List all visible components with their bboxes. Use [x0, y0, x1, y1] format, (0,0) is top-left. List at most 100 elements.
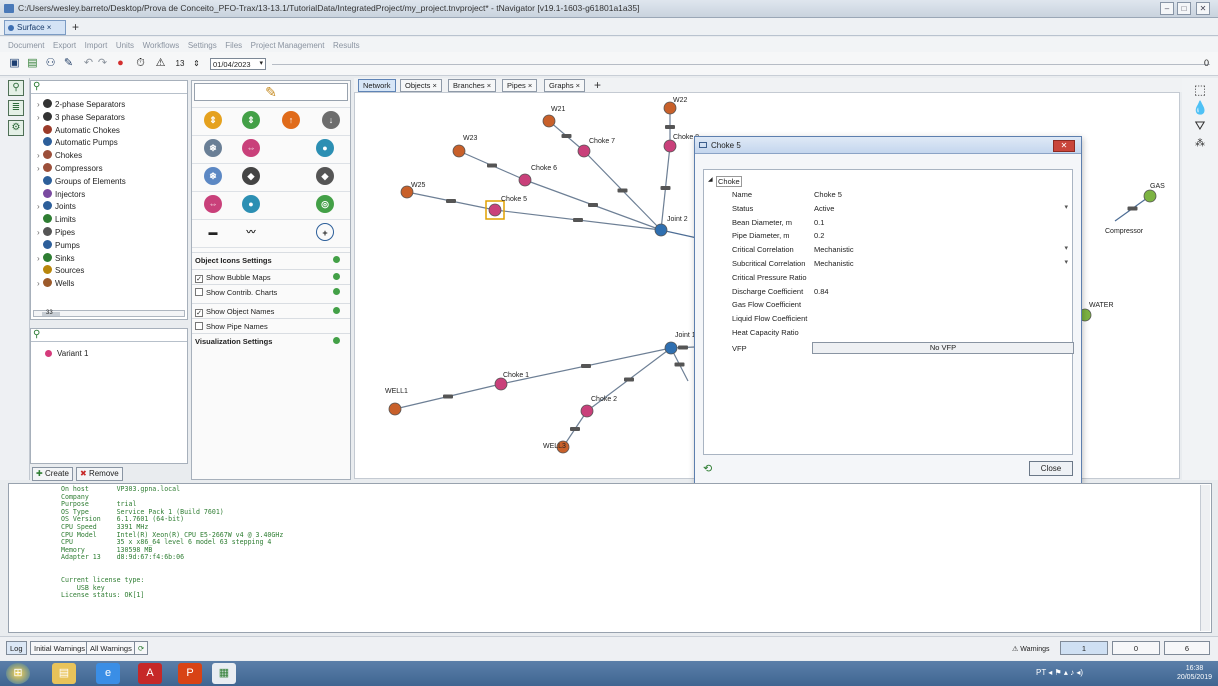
choke-icon[interactable] [518, 173, 532, 187]
date-selector[interactable]: 01/04/2023 ▾ [210, 58, 266, 70]
pipe-segment[interactable] [446, 199, 456, 203]
tnavigator-taskbar-icon[interactable]: ▦ [212, 663, 236, 684]
menu-item[interactable]: Document [8, 41, 44, 50]
menu-item[interactable]: Files [225, 41, 242, 50]
tree-item[interactable]: Pumps [37, 239, 80, 250]
tab-initial-warnings[interactable]: Initial Warnings [30, 641, 89, 655]
property-value[interactable]: 0.2 [814, 231, 824, 240]
property-row[interactable]: Heat Capacity Ratio [704, 326, 1072, 340]
refresh-icon[interactable]: ⟳ [134, 641, 149, 655]
help-icon[interactable]: ⟲ [703, 462, 712, 475]
pipe-segment[interactable] [617, 188, 628, 193]
explorer-icon[interactable]: ▤ [52, 663, 76, 684]
filter-icon[interactable]: ⛛ [1192, 118, 1208, 134]
dialog-title-bar[interactable]: Choke 5 ✕ [695, 137, 1081, 154]
injector-icon[interactable]: ● [242, 195, 260, 213]
edit-icon[interactable]: ✎ [62, 57, 75, 70]
pipe-segment[interactable] [487, 163, 497, 168]
menu-item[interactable]: Settings [188, 41, 217, 50]
pump-icon[interactable]: ● [316, 139, 334, 157]
property-value[interactable]: Choke 5 [814, 190, 842, 199]
add-tab-icon[interactable]: + [72, 20, 79, 34]
choke-icon[interactable] [494, 377, 508, 391]
tree-horizontal-scrollbar[interactable]: 33 [33, 310, 185, 317]
log-scrollbar[interactable] [1200, 485, 1210, 631]
expand-caret-icon[interactable]: › [37, 100, 43, 109]
tree-item[interactable]: › Wells [37, 278, 74, 288]
checkbox-checked-icon[interactable]: ✓ [195, 275, 203, 283]
joint-icon[interactable]: ◎ [316, 195, 334, 213]
report-icon[interactable]: ▤ [26, 57, 39, 70]
cube-icon[interactable]: ⬚ [1192, 82, 1208, 98]
pipe-segment[interactable] [443, 394, 453, 399]
chevron-down-icon[interactable]: ▾ [1064, 244, 1068, 252]
menu-item[interactable]: Project Management [251, 41, 325, 50]
choke-icon[interactable] [488, 203, 502, 217]
close-button[interactable]: Close [1029, 461, 1073, 476]
menu-item[interactable]: Export [53, 41, 76, 50]
tree-item[interactable]: › Compressors [37, 163, 103, 173]
collapse-icon[interactable]: ◢ [708, 176, 713, 183]
well-icon[interactable] [452, 144, 466, 158]
create-variant-button[interactable]: ✚ Create [32, 467, 73, 481]
property-row[interactable]: Liquid Flow Coefficient [704, 312, 1072, 326]
timeline-slider[interactable] [272, 64, 1210, 65]
property-row[interactable]: Pipe Diameter, m 0.2 [704, 229, 1072, 243]
gear-icon[interactable] [333, 273, 340, 280]
menu-item[interactable]: Import [85, 41, 108, 50]
gear-icon[interactable] [333, 288, 340, 295]
joint-icon[interactable] [654, 223, 668, 237]
show-bubble-maps-option[interactable]: ✓ Show Bubble Maps [192, 269, 350, 283]
pipe-segment[interactable] [588, 203, 598, 207]
sink-icon[interactable]: ↓ [322, 111, 340, 129]
spinner-icon[interactable]: ⇕ [190, 57, 203, 70]
pipe-segment[interactable] [573, 218, 583, 222]
pdf-icon[interactable]: A [138, 663, 162, 684]
add-object-icon[interactable]: + [316, 223, 334, 241]
sink-icon[interactable] [1143, 189, 1157, 203]
pipe-icon[interactable]: ▬ [204, 223, 222, 241]
tab-pipes[interactable]: Pipes × [502, 79, 538, 92]
gear-icon[interactable] [333, 307, 340, 314]
separator-icon[interactable]: ❄ [204, 139, 222, 157]
checkbox-checked-icon[interactable]: ✓ [195, 309, 203, 317]
menu-item[interactable]: Units [116, 41, 134, 50]
property-row[interactable]: Gas Flow Coefficient [704, 298, 1072, 312]
presentation-icon[interactable]: P [178, 663, 202, 684]
joint-icon[interactable] [664, 341, 678, 355]
graph-nodes-icon[interactable]: ⁂ [1192, 136, 1208, 152]
choke-alt-icon[interactable]: ⇔ [204, 195, 222, 213]
undo-icon[interactable]: ↶ [82, 57, 95, 70]
remove-variant-button[interactable]: ✖ Remove [76, 467, 123, 481]
clock[interactable]: 16:38 20/05/2019 [1177, 664, 1212, 682]
chevron-down-icon[interactable]: ▾ [1064, 258, 1068, 266]
property-value[interactable]: Mechanistic [814, 245, 854, 254]
tree-item[interactable]: › Sinks [37, 252, 75, 263]
network-icon[interactable]: ⚇ [44, 57, 57, 70]
count-button-a[interactable]: 1 [1060, 641, 1108, 655]
tab-log[interactable]: Log [6, 641, 27, 655]
tree-search[interactable]: ⚲ [31, 81, 187, 94]
well-icon[interactable] [388, 402, 402, 416]
property-value[interactable]: 0.84 [814, 287, 829, 296]
property-value[interactable]: Mechanistic [814, 259, 854, 268]
redo-icon[interactable]: ↷ [96, 57, 109, 70]
drop-icon[interactable]: 💧 [1192, 100, 1208, 116]
variant-item[interactable]: Variant 1 [45, 349, 88, 358]
add-canvas-tab-icon[interactable]: + [594, 78, 601, 92]
tree-item[interactable]: Injectors [37, 188, 85, 199]
settings-view-icon[interactable]: ⚙ [8, 120, 24, 136]
menu-item[interactable]: Results [333, 41, 360, 50]
tab-network[interactable]: Network [358, 79, 396, 92]
choke-icon[interactable] [663, 139, 677, 153]
minimize-button[interactable]: – [1160, 2, 1174, 15]
property-row[interactable]: Critical Pressure Ratio [704, 271, 1072, 285]
show-object-names-option[interactable]: ✓ Show Object Names [192, 303, 350, 317]
language-indicator[interactable]: PT [1036, 668, 1046, 677]
tab-all-warnings[interactable]: All Warnings [86, 641, 136, 655]
gear-icon[interactable] [333, 337, 340, 344]
expand-caret-icon[interactable]: › [37, 151, 43, 160]
close-window-button[interactable]: ✕ [1196, 2, 1210, 15]
tree-item[interactable]: Groups of Elements [37, 175, 126, 186]
start-button-icon[interactable]: ⊞ [6, 663, 30, 684]
